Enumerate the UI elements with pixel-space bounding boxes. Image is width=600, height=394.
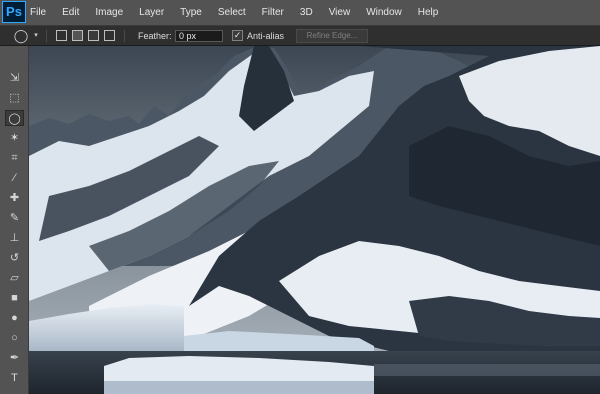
antialias-label: Anti-alias <box>247 31 285 41</box>
lasso-icon[interactable]: ◯ <box>5 110 24 126</box>
water-reflection <box>374 364 600 376</box>
feather-input[interactable]: 0 px <box>175 30 223 42</box>
menu-view[interactable]: View <box>329 0 351 26</box>
document-canvas[interactable] <box>29 46 600 394</box>
tools-panel: ⇲ ⬚ ◯ ✶ ⌗ ⁄ ✚ ✎ ⊥ ↺ ▱ ■ ● ○ ✒ T <box>0 46 29 394</box>
intersect-selection-icon[interactable] <box>104 30 115 41</box>
move-icon[interactable]: ⇲ <box>5 70 24 86</box>
clone-stamp-icon[interactable]: ⊥ <box>5 230 24 246</box>
brush-icon[interactable]: ✎ <box>5 210 24 226</box>
menu-file[interactable]: File <box>30 0 46 26</box>
mountain-photo <box>29 46 600 394</box>
blur-icon[interactable]: ● <box>5 310 24 326</box>
ice-floe-shadow <box>104 381 374 394</box>
add-to-selection-icon[interactable] <box>72 30 83 41</box>
separator <box>124 30 125 42</box>
gradient-icon[interactable]: ■ <box>5 290 24 306</box>
antialias-checkbox[interactable]: ✓ <box>232 30 243 41</box>
pen-icon[interactable]: ✒ <box>5 350 24 366</box>
new-selection-icon[interactable] <box>56 30 67 41</box>
separator <box>46 30 47 42</box>
menu-bar: Ps File Edit Image Layer Type Select Filter 3D V… <box>0 0 600 26</box>
menu-help[interactable]: Help <box>418 0 439 26</box>
subtract-from-selection-icon[interactable] <box>88 30 99 41</box>
lasso-icon[interactable]: ◯ <box>12 29 30 43</box>
photoshop-logo: Ps <box>2 1 26 23</box>
menu-type[interactable]: Type <box>180 0 202 26</box>
menu-3d[interactable]: 3D <box>300 0 313 26</box>
healing-brush-icon[interactable]: ✚ <box>5 190 24 206</box>
chevron-down-icon[interactable]: ▾ <box>32 29 40 43</box>
options-bar: ◯ ▾ Feather: 0 px ✓ Anti-alias Refine Ed… <box>0 26 600 46</box>
magic-wand-icon[interactable]: ✶ <box>5 130 24 146</box>
dodge-icon[interactable]: ○ <box>5 330 24 346</box>
type-icon[interactable]: T <box>5 370 24 386</box>
menu-layer[interactable]: Layer <box>139 0 164 26</box>
crop-icon[interactable]: ⌗ <box>5 150 24 166</box>
eyedropper-icon[interactable]: ⁄ <box>5 170 24 186</box>
menu-items: File Edit Image Layer Type Select Filter 3D View… <box>30 0 454 26</box>
menu-select[interactable]: Select <box>218 0 246 26</box>
menu-window[interactable]: Window <box>366 0 402 26</box>
marquee-icon[interactable]: ⬚ <box>5 90 24 106</box>
history-brush-icon[interactable]: ↺ <box>5 250 24 266</box>
menu-image[interactable]: Image <box>95 0 123 26</box>
refine-edge-button[interactable]: Refine Edge... <box>296 29 368 43</box>
menu-filter[interactable]: Filter <box>262 0 284 26</box>
photoshop-window: Ps File Edit Image Layer Type Select Filter 3D V… <box>0 0 600 394</box>
feather-label: Feather: <box>138 31 172 41</box>
eraser-icon[interactable]: ▱ <box>5 270 24 286</box>
menu-edit[interactable]: Edit <box>62 0 79 26</box>
